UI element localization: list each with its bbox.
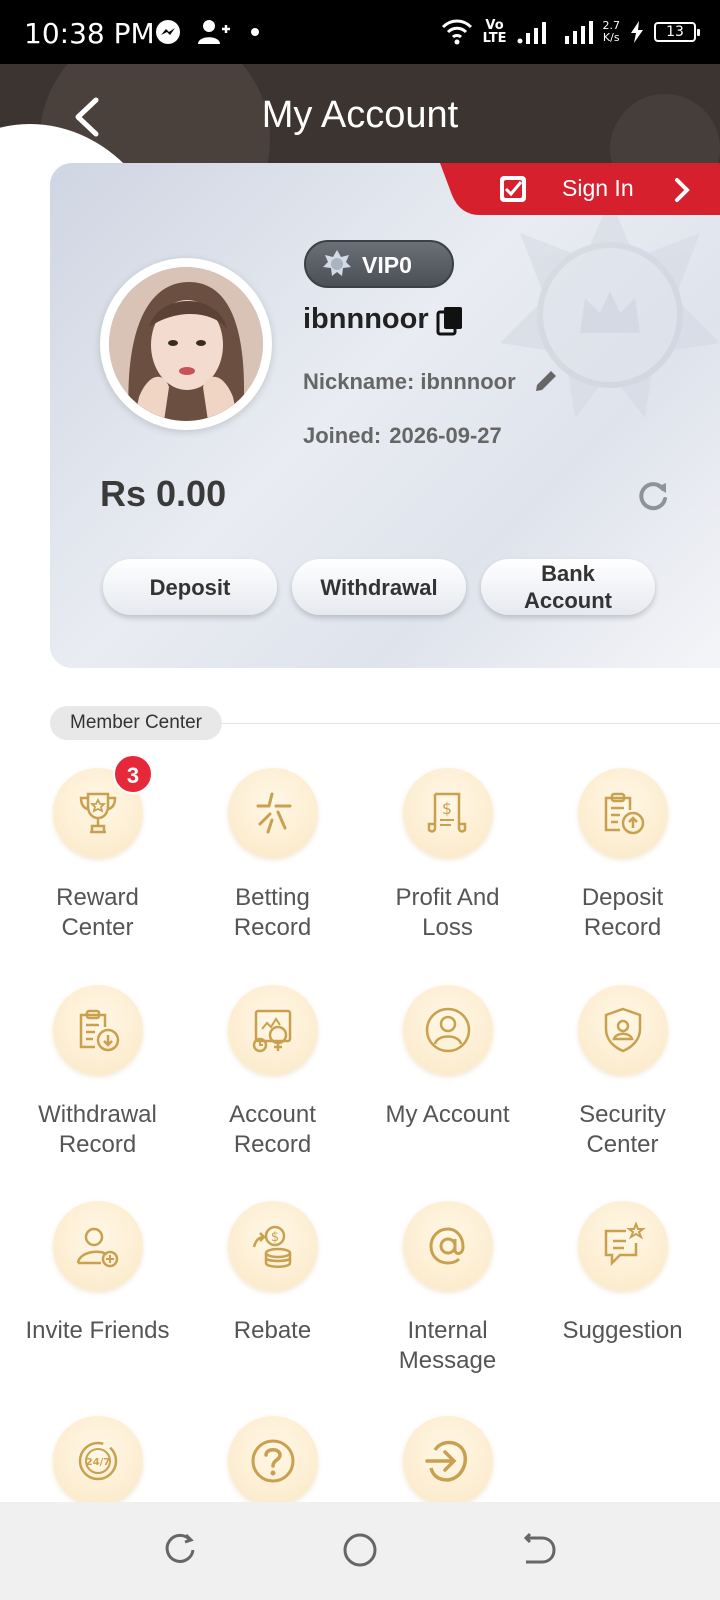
grid-label: Record	[58, 1131, 137, 1158]
grid-label: Message	[398, 1347, 497, 1374]
status-right-group: Vo LTE 2.7 K/s 13	[441, 14, 700, 50]
grid-label: Center	[586, 1131, 659, 1158]
pencil-icon[interactable]	[532, 367, 560, 395]
medal-icon	[323, 250, 351, 276]
sign-in-button[interactable]: Sign In	[440, 163, 720, 215]
grid-label: Record	[233, 1131, 312, 1158]
vip-level: VIP0	[362, 252, 412, 278]
add-user-icon	[198, 20, 230, 44]
avatar-image	[109, 267, 263, 421]
grid-label: My Account	[385, 1101, 510, 1128]
avatar[interactable]	[100, 258, 272, 430]
notification-badge: 3	[113, 754, 153, 794]
copy-icon[interactable]	[436, 306, 464, 336]
grid-label: Record	[583, 914, 662, 941]
user-circle-icon	[425, 1007, 471, 1053]
chevron-right-icon	[675, 178, 690, 202]
page-title: My Account	[261, 94, 459, 136]
signal-icon	[564, 21, 593, 44]
clipboard-down-icon	[79, 1009, 120, 1052]
svg-text:24/7: 24/7	[86, 1457, 111, 1468]
help-icon	[251, 1439, 295, 1483]
home-icon[interactable]	[340, 1530, 380, 1570]
profile-card: Sign In VIP0 ibnnnoor Nickname: ibnnnoor…	[50, 163, 720, 668]
clipboard-up-icon	[604, 792, 645, 835]
trophy-icon	[79, 792, 117, 834]
chat-star-icon	[604, 1221, 646, 1267]
medal-watermark-icon	[500, 198, 720, 418]
withdrawal-button[interactable]: Withdrawal	[292, 559, 466, 615]
grid-label: Rebate	[233, 1317, 312, 1344]
status-time: 10:38 PM	[24, 17, 155, 50]
invite-user-icon	[76, 1227, 119, 1268]
signal-icon	[517, 22, 546, 44]
username: ibnnnoor	[303, 303, 429, 335]
grid-label: Center	[61, 914, 134, 941]
grid-label: Record	[233, 914, 312, 941]
grid-label: Invite Friends	[25, 1317, 170, 1344]
grid-label: Withdrawal	[38, 1101, 157, 1128]
battery-icon: 13	[654, 22, 700, 42]
svg-text:$: $	[271, 1230, 279, 1245]
divider	[210, 723, 720, 724]
at-icon	[429, 1227, 465, 1265]
refresh-icon[interactable]	[635, 477, 671, 513]
logout-icon	[425, 1440, 468, 1482]
messenger-icon	[156, 20, 180, 44]
grid-label: Profit And	[395, 884, 500, 911]
sign-in-label: Sign In	[562, 175, 634, 201]
recents-icon[interactable]	[160, 1530, 200, 1570]
grid-label: Internal	[407, 1317, 488, 1344]
system-nav-bar	[0, 1502, 720, 1600]
deposit-button[interactable]: Deposit	[103, 559, 277, 615]
betting-icon	[256, 792, 292, 834]
volte-indicator: Vo LTE	[482, 18, 507, 46]
grid-label: Loss	[422, 914, 473, 941]
grid-label: Deposit	[581, 884, 664, 911]
wifi-icon	[441, 19, 472, 45]
grid-label: Betting	[235, 884, 310, 911]
status-bar: 10:38 PM Vo LTE 2.7 K/s 13	[0, 0, 720, 64]
coins-icon: $	[252, 1225, 292, 1268]
shield-user-icon	[604, 1007, 642, 1053]
grid-label: Reward	[56, 884, 139, 911]
vip-badge[interactable]: VIP0	[304, 240, 454, 288]
nickname: Nickname: ibnnnoor	[303, 369, 516, 394]
checkbox-icon	[500, 176, 526, 202]
svg-text:$: $	[442, 799, 452, 818]
grid-label: Security	[579, 1101, 666, 1128]
section-title: Member Center	[50, 706, 222, 740]
balance: Rs 0.00	[100, 473, 227, 514]
support-24-7-icon: 24/7	[78, 1441, 118, 1481]
back-icon[interactable]	[520, 1530, 560, 1570]
account-record-icon	[252, 1009, 292, 1053]
grid-label: Account	[229, 1101, 316, 1128]
network-speed: 2.7 K/s	[602, 19, 621, 44]
bank-account-button[interactable]: Bank Account	[481, 559, 655, 615]
receipt-dollar-icon: $	[427, 792, 467, 833]
joined-date: Joined: 2026-09-27	[303, 423, 502, 448]
charging-icon	[631, 21, 643, 43]
dot-icon	[251, 28, 259, 36]
grid-label: Suggestion	[562, 1317, 683, 1344]
